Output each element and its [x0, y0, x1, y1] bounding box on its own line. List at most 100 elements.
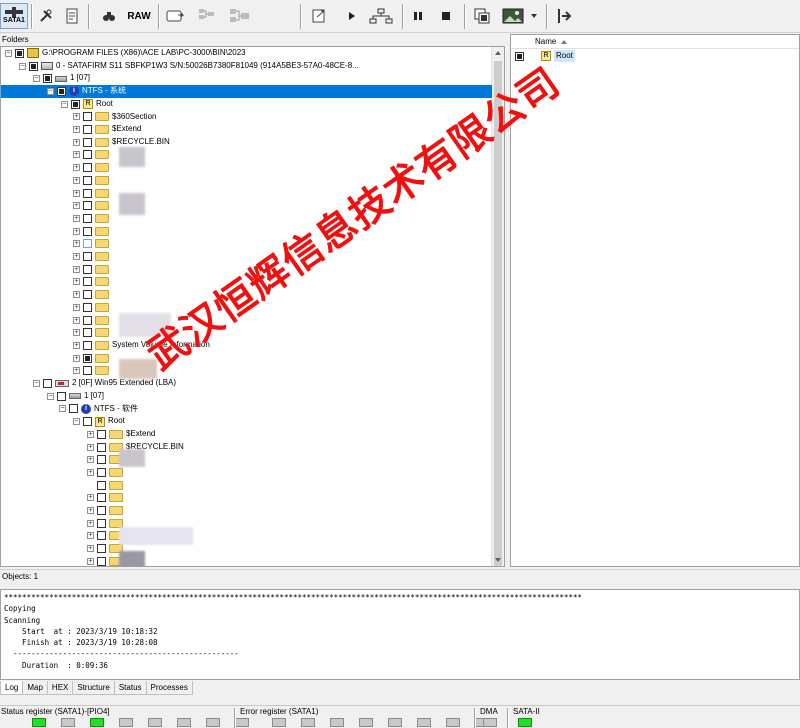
tree-node-folder[interactable]: + $360Section — [73, 111, 156, 124]
expand-icon[interactable]: + — [73, 253, 80, 261]
node-checkbox[interactable] — [83, 290, 92, 300]
stop-button[interactable] — [438, 3, 454, 29]
tree-node-folder[interactable]: + — [73, 238, 112, 251]
play-button[interactable] — [344, 3, 360, 29]
tab-map[interactable]: Map — [22, 681, 48, 695]
node-checkbox[interactable] — [97, 531, 106, 541]
tree-node-partition[interactable]: − 1 [07] — [33, 72, 90, 85]
file-list-pane[interactable]: Name R Root — [510, 34, 800, 567]
scroll-thumb[interactable] — [494, 61, 502, 566]
node-checkbox[interactable] — [83, 137, 92, 147]
expand-icon[interactable]: + — [87, 494, 94, 502]
expand-icon[interactable]: + — [73, 151, 80, 159]
node-checkbox[interactable] — [83, 150, 92, 160]
tree-node-folder[interactable]: + — [73, 212, 112, 225]
expand-icon[interactable]: + — [73, 138, 80, 146]
tree-node-folder[interactable]: + System Volume Information — [73, 339, 210, 352]
node-checkbox[interactable] — [97, 455, 106, 465]
expand-icon[interactable]: + — [73, 189, 80, 197]
node-checkbox[interactable] — [83, 252, 92, 262]
tree-node-folder[interactable]: + — [73, 187, 112, 200]
tab-log[interactable]: Log — [0, 681, 24, 695]
disk-button[interactable] — [164, 3, 186, 29]
expand-icon[interactable]: + — [73, 303, 80, 311]
tree-node-root[interactable]: − R Root — [61, 98, 113, 111]
expand-icon[interactable]: + — [87, 468, 94, 476]
list-item[interactable]: R Root — [515, 50, 575, 62]
tree-node-folder[interactable]: + — [73, 276, 112, 289]
expand-icon[interactable]: + — [73, 202, 80, 210]
expand-icon[interactable]: + — [87, 443, 94, 451]
tree-node-folder[interactable]: + — [87, 492, 126, 505]
expand-icon[interactable]: + — [73, 354, 80, 362]
node-checkbox[interactable] — [97, 518, 106, 528]
tab-status[interactable]: Status — [113, 681, 147, 695]
node-checkbox[interactable] — [97, 506, 106, 516]
collapse-icon[interactable]: − — [5, 49, 12, 57]
node-checkbox[interactable] — [97, 480, 106, 490]
tree-node-folder[interactable]: + — [73, 314, 112, 327]
node-checkbox[interactable] — [43, 379, 52, 389]
tree-node-folder[interactable]: + — [73, 288, 112, 301]
node-checkbox[interactable] — [83, 328, 92, 338]
node-checkbox[interactable] — [83, 366, 92, 376]
collapse-icon[interactable]: − — [61, 100, 68, 108]
node-checkbox[interactable] — [97, 556, 106, 566]
name-column-header[interactable]: Name — [535, 35, 556, 49]
log-panel[interactable]: ****************************************… — [0, 589, 800, 680]
scroll-up-arrow-icon[interactable] — [495, 51, 501, 55]
node-checkbox[interactable] — [29, 61, 38, 71]
node-checkbox[interactable] — [83, 125, 92, 135]
node-checkbox[interactable] — [83, 302, 92, 312]
structure-button[interactable] — [228, 3, 252, 29]
expand-icon[interactable]: + — [87, 557, 94, 565]
node-checkbox[interactable] — [71, 99, 80, 109]
tree-node-drive[interactable]: − 0 - SATAFIRM S11 SBFKP1W3 S/N:50026B73… — [19, 60, 359, 73]
column-header[interactable]: Name — [511, 35, 799, 49]
raw-button[interactable]: RAW — [124, 3, 154, 29]
node-checkbox[interactable] — [97, 442, 106, 452]
expand-icon[interactable]: + — [87, 430, 94, 438]
node-checkbox[interactable] — [97, 467, 106, 477]
expand-icon[interactable]: + — [73, 329, 80, 337]
tree-node-extended-partition[interactable]: − 2 [0F] Win95 Extended (LBA) — [33, 377, 176, 390]
tree-node-folder[interactable]: + — [73, 301, 112, 314]
folder-tree[interactable]: − G:\PROGRAM FILES (X86)\ACE LAB\PC-3000… — [0, 46, 505, 567]
expand-icon[interactable]: + — [87, 456, 94, 464]
node-checkbox[interactable] — [83, 417, 92, 427]
exit-button[interactable] — [554, 3, 574, 29]
node-checkbox[interactable] — [83, 226, 92, 236]
scroll-down-arrow-icon[interactable] — [495, 558, 501, 562]
copy-button[interactable] — [472, 3, 492, 29]
collapse-icon[interactable]: − — [33, 75, 40, 83]
expand-icon[interactable]: + — [73, 278, 80, 286]
tree-node-ntfs-software[interactable]: − i NTFS - 软件 — [59, 403, 138, 416]
expand-icon[interactable]: + — [73, 113, 80, 121]
node-checkbox[interactable] — [69, 404, 78, 414]
tree-node-folder[interactable]: + — [73, 225, 112, 238]
node-checkbox[interactable] — [83, 239, 92, 249]
node-checkbox[interactable] — [15, 48, 24, 58]
node-checkbox[interactable] — [97, 429, 106, 439]
node-checkbox[interactable] — [83, 315, 92, 325]
node-checkbox[interactable] — [83, 353, 92, 363]
expand-icon[interactable]: + — [87, 519, 94, 527]
tree-scrollbar[interactable] — [491, 47, 504, 566]
sata1-button[interactable]: SATA1 — [0, 3, 28, 29]
tree-node-folder[interactable]: + — [73, 263, 112, 276]
collapse-icon[interactable]: − — [73, 418, 80, 426]
tree-node-path[interactable]: − G:\PROGRAM FILES (X86)\ACE LAB\PC-3000… — [5, 47, 246, 60]
tab-processes[interactable]: Processes — [145, 681, 193, 695]
tree-node-folder[interactable]: + — [73, 352, 112, 365]
expand-icon[interactable]: + — [73, 265, 80, 273]
expand-icon[interactable]: + — [73, 240, 80, 248]
node-checkbox[interactable] — [57, 391, 66, 401]
expand-icon[interactable]: + — [73, 227, 80, 235]
tree-node-folder[interactable]: + — [73, 326, 112, 339]
node-checkbox[interactable] — [43, 74, 52, 84]
tree-node-partition[interactable]: − 1 [07] — [47, 390, 104, 403]
expand-icon[interactable]: + — [73, 367, 80, 375]
expand-icon[interactable]: + — [73, 126, 80, 134]
tools-button[interactable] — [36, 3, 56, 29]
node-checkbox[interactable] — [83, 213, 92, 223]
